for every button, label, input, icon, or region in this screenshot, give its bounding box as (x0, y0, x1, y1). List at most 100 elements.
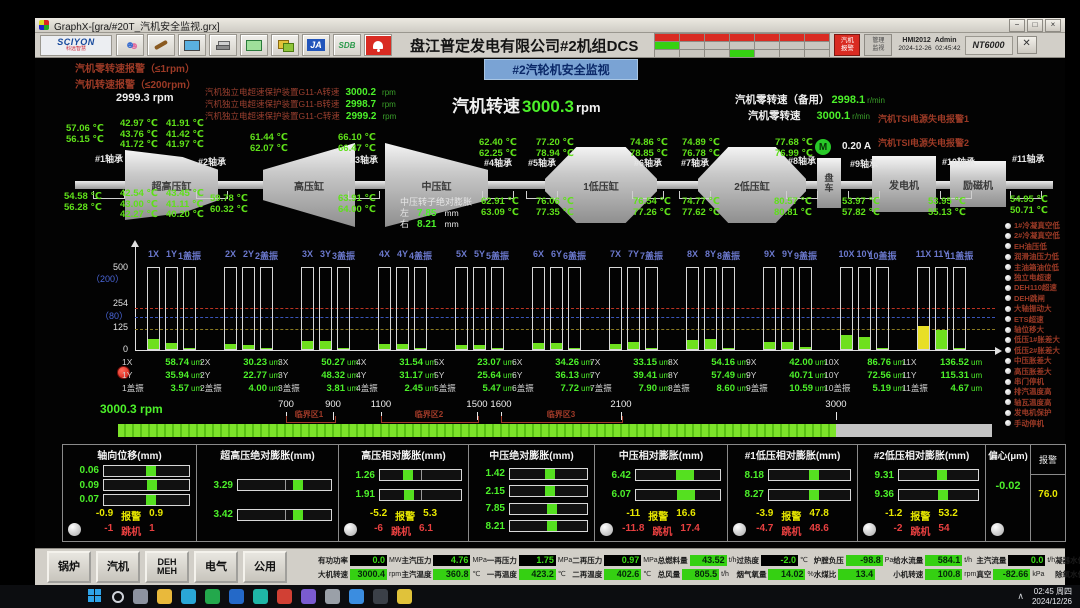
g11-speed-row: 汽机独立电超速保护装置G11-A转速3000.2rpm (205, 86, 396, 98)
motor-current: 0.20 A (842, 141, 871, 152)
app-icon[interactable] (325, 589, 340, 604)
alarm-limits-row: -11报警16.6 (601, 508, 721, 523)
tools-glyph (154, 40, 168, 50)
vt-point-label: 7Y (590, 370, 617, 381)
alarm-low: -1.2 (885, 508, 902, 523)
sdb-logo-icon[interactable]: SDB (333, 34, 361, 56)
gauge-bar (509, 468, 588, 480)
app-icon[interactable] (349, 589, 364, 604)
gauge-marker (937, 470, 947, 480)
printer-icon[interactable] (209, 34, 237, 56)
monitor-icon[interactable] (240, 34, 268, 56)
app-icon[interactable] (397, 589, 412, 604)
start-icon[interactable] (88, 589, 103, 604)
temp-value: 54.95 ℃ (1010, 195, 1048, 206)
nav-button-汽机[interactable]: 汽机 (96, 551, 140, 583)
toolbar-close-button[interactable]: ✕ (1017, 36, 1037, 54)
nav-button-DEH[interactable]: DEHMEH (145, 551, 189, 583)
vt-value: 30.23 (227, 357, 267, 368)
minimize-button[interactable]: − (1009, 19, 1025, 32)
app-icon[interactable] (373, 589, 388, 604)
file-explorer-icon[interactable] (157, 589, 172, 604)
gauge-bar (379, 469, 462, 481)
vibration-bar-10X (840, 267, 853, 350)
telemetry-unit: ℃ (643, 570, 651, 578)
nt6000-logo: NT6000 (965, 36, 1013, 55)
speed-tick-label-1500: 1500 (466, 399, 487, 410)
alarm-grid-cell (705, 42, 729, 49)
g11-value: 3000.2 (345, 87, 376, 98)
turbine-alarm-button[interactable]: 汽机 报警 (834, 34, 860, 56)
alarm-grid-cell (680, 50, 704, 57)
main-speed-value: 3000.3 (522, 97, 574, 117)
panel-title: 中压绝对膨胀(mm) (475, 447, 588, 462)
vibration-table-row: 5X23.07um (434, 355, 514, 368)
bar-fill (954, 348, 965, 349)
app-icon[interactable] (301, 589, 316, 604)
telemetry-unit: MPa (643, 557, 657, 564)
ja-logo-icon[interactable]: JA (302, 34, 330, 56)
tsi-alarm-1: 汽机TSI电源失电报警1 (878, 112, 969, 125)
temp-value: 74.86 ℃ (630, 138, 668, 149)
database-icon[interactable] (178, 34, 206, 56)
app-icon[interactable] (253, 589, 268, 604)
close-button[interactable]: × (1045, 19, 1061, 32)
vibration-bar-7X (609, 267, 622, 350)
telemetry-label: 二再压力 (572, 555, 602, 566)
alarm-list-item: 排汽温度高 (1005, 386, 1052, 397)
gauge-area: 8.188.27 (734, 462, 851, 508)
gauge-row: 3.42 (203, 509, 332, 521)
taskview-icon[interactable] (133, 589, 148, 604)
db-glyph (184, 40, 200, 51)
vt-point-label: 1X (122, 357, 149, 368)
alarm-grid-cell (780, 34, 804, 41)
speed-scale-readout: 3000.3 rpm (100, 402, 163, 416)
vt-value: 4.67 (929, 383, 969, 394)
bar-fill (320, 341, 331, 349)
vt-point-label: 5盖振 (434, 383, 461, 394)
gauge-center-line (421, 470, 422, 480)
mode-box[interactable]: 管理 监视 (864, 34, 892, 56)
app-icon[interactable] (229, 589, 244, 604)
vt-point-label: 8盖振 (668, 383, 695, 394)
maximize-button[interactable]: □ (1027, 19, 1043, 32)
alarm-indicator-icon (1005, 254, 1011, 260)
browser-icon[interactable] (181, 589, 196, 604)
bar-label: 6盖振 (559, 249, 590, 262)
telemetry-row: 烟气氧量14.02% (736, 569, 813, 580)
gauge-area: 6.426.07 (601, 462, 721, 508)
telemetry-row: 一再压力1.75MPa (487, 555, 572, 566)
folders-icon[interactable] (271, 34, 299, 56)
app-icon[interactable] (277, 589, 292, 604)
telemetry-value: 402.6 (604, 569, 641, 580)
telemetry-column: 过热度-2.0℃烟气氧量14.02% (736, 555, 813, 580)
users-icon[interactable]: ☻ (116, 34, 144, 56)
panel-title: 中压相对膨胀(mm) (601, 447, 721, 462)
nav-button-公用[interactable]: 公用 (243, 551, 287, 583)
alarm-bell-icon[interactable] (364, 34, 392, 56)
gauge-bar (635, 489, 721, 501)
alarm-item-label: 1#冷凝真空低 (1014, 220, 1060, 231)
tray-chevron-icon[interactable]: ∧ (1017, 591, 1024, 602)
alarm-list-item: 主油箱油位低 (1005, 262, 1059, 273)
vibration-table-row: 2盖振4.00um (200, 381, 280, 394)
gauge-value: 0.06 (69, 465, 99, 476)
alarm-indicator-icon (1005, 347, 1011, 353)
ip-expansion-block: 中压转子绝对膨胀左7.85mm右8.21mm (400, 197, 472, 230)
printer-body (216, 45, 230, 50)
speed-tick-label-1600: 1600 (490, 399, 511, 410)
alarm-label: 报警 (910, 508, 930, 523)
nav-button-电气[interactable]: 电气 (194, 551, 238, 583)
start-pane (95, 589, 101, 595)
tools-icon[interactable] (147, 34, 175, 56)
temp-value: 78.85 ℃ (630, 149, 668, 160)
vibration-bar-9X (763, 267, 776, 350)
temp-value: 62.07 ℃ (250, 144, 288, 155)
telemetry-value: -2.0 (761, 555, 798, 566)
app-icon[interactable] (205, 589, 220, 604)
search-icon[interactable] (112, 591, 124, 603)
bar-fill (687, 340, 698, 349)
nav-button-锅炉[interactable]: 锅炉 (47, 551, 91, 583)
gauge-marker (545, 486, 555, 496)
trip-label: 跳机 (391, 523, 411, 538)
